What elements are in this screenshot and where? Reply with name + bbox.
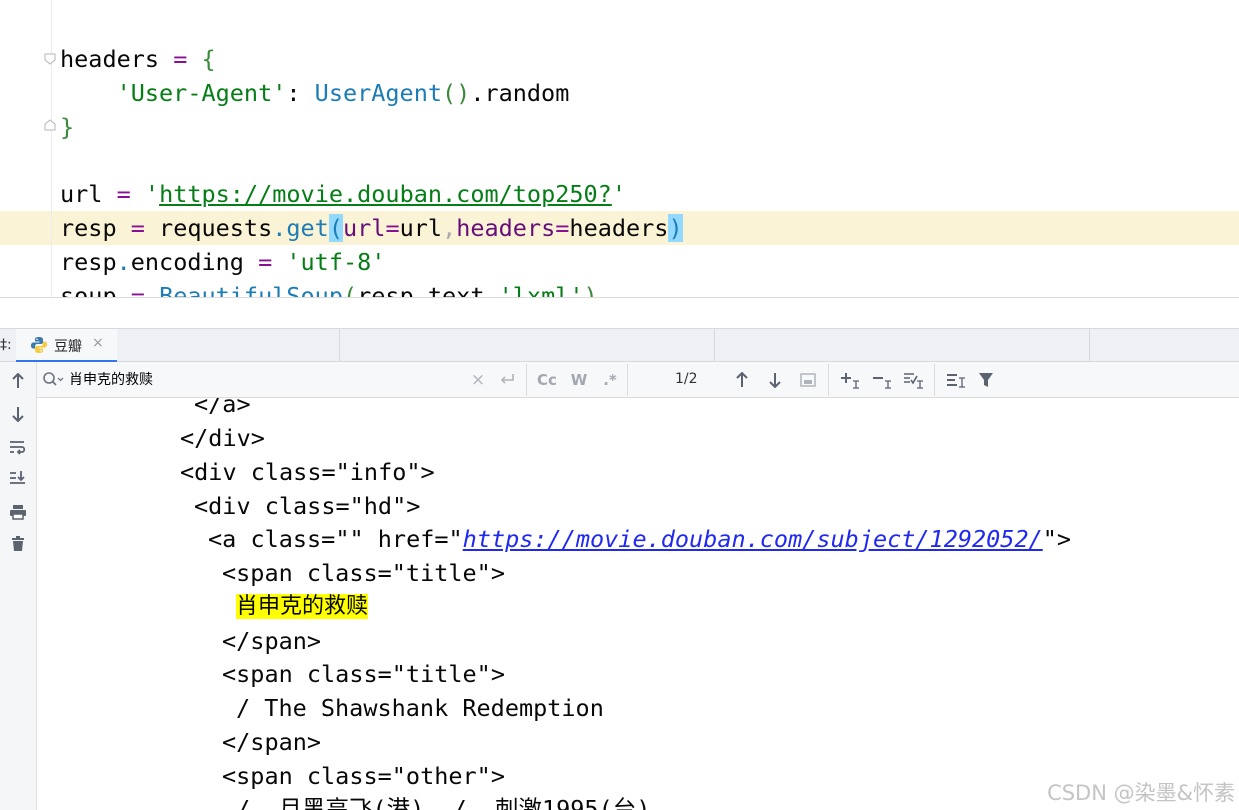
match-case-button[interactable]: Cc [535,368,559,392]
paren-match-open: ( [328,214,343,242]
open-in-window-icon[interactable] [798,368,818,392]
tab-douban[interactable]: 豆瓣 × [16,329,117,363]
code-line-7: soup = BeautifulSoup(resp.text,'lxml') [60,282,598,297]
scroll-to-end-icon[interactable] [7,467,29,489]
tab-divider [714,329,715,363]
paren-match-close: ) [668,214,683,242]
toolbar-divider [526,364,527,396]
console-line: <div class="hd"> [194,492,421,520]
run-window-label: ‡: [0,337,12,353]
watermark: CSDN @染墨&怀素 [1047,781,1235,805]
fold-end-icon[interactable] [44,119,56,131]
code-line-3: } [60,113,75,141]
console-line: / 月黑高飞(港) / 刺激1995(台) [236,795,651,810]
console-line: 肖申克的救赎 [236,590,369,624]
toolbar-divider [627,364,628,396]
url-string-link[interactable]: https://movie.douban.com/top250? [159,180,612,208]
run-side-toolbar [0,362,37,810]
console-line: </div> [180,424,265,452]
console-line: <a class="" href="https://movie.douban.c… [208,525,1072,553]
fold-start-icon[interactable] [44,53,56,65]
editor-bottom-margin [0,298,1239,328]
code-line-4: url = 'https://movie.douban.com/top250?' [60,180,626,208]
console-line: <div class="info"> [180,458,435,486]
tab-title: 豆瓣 [54,339,82,355]
console-line: <span class="title"> [222,660,505,688]
console-line: <span class="title"> [222,559,505,587]
tab-divider [1089,329,1090,363]
code-editor[interactable]: headers = { 'User-Agent': UserAgent().ra… [0,0,1239,297]
console-search-bar: × Cc W .* 1/2 [37,362,1239,398]
add-occurrence-icon[interactable] [838,368,862,392]
code-line-5: resp = requests.get(url=url,headers=head… [60,214,683,242]
match-count: 1/2 [675,371,698,387]
search-match-highlight: 肖申克的救赎 [236,594,369,619]
code-line-2: 'User-Agent': UserAgent().random [116,79,570,107]
up-arrow-icon[interactable] [7,370,29,392]
regex-button[interactable]: .* [600,368,620,392]
tab-close-icon[interactable]: × [92,335,104,351]
code-line-6: resp.encoding = 'utf-8' [60,248,386,276]
console-output[interactable]: </a> </div> <div class="info"> <div clas… [37,398,1239,810]
new-line-icon[interactable] [497,368,517,392]
whole-words-button[interactable]: W [569,368,589,392]
search-input[interactable] [69,368,469,390]
subject-link[interactable]: https://movie.douban.com/subject/1292052… [463,525,1043,553]
soft-wrap-icon[interactable] [7,436,29,458]
down-arrow-icon[interactable] [7,403,29,425]
next-occurrence-icon[interactable] [765,368,785,392]
previous-occurrence-icon[interactable] [732,368,752,392]
python-icon [31,337,47,353]
gutter-separator [51,0,52,297]
select-all-occurrences-icon[interactable] [902,368,926,392]
filter-search-results-icon[interactable] [944,368,968,392]
clear-search-icon[interactable]: × [469,368,487,392]
run-tab-bar: ‡: 豆瓣 × [0,328,1239,363]
filter-icon[interactable] [976,368,996,392]
toolbar-divider [934,364,935,396]
console-line: </a> [194,398,251,418]
remove-occurrence-icon[interactable] [870,368,894,392]
console-line: </span> [222,627,322,655]
search-icon[interactable] [42,371,64,389]
toolbar-divider [828,364,829,396]
trash-icon[interactable] [7,533,29,555]
code-line-1: headers = { [60,45,216,73]
console-line: </span> [222,728,322,756]
console-line: <span class="other"> [222,762,505,790]
console-line: / The Shawshank Redemption [236,694,604,722]
tab-divider [339,329,340,363]
print-icon[interactable] [7,501,29,523]
